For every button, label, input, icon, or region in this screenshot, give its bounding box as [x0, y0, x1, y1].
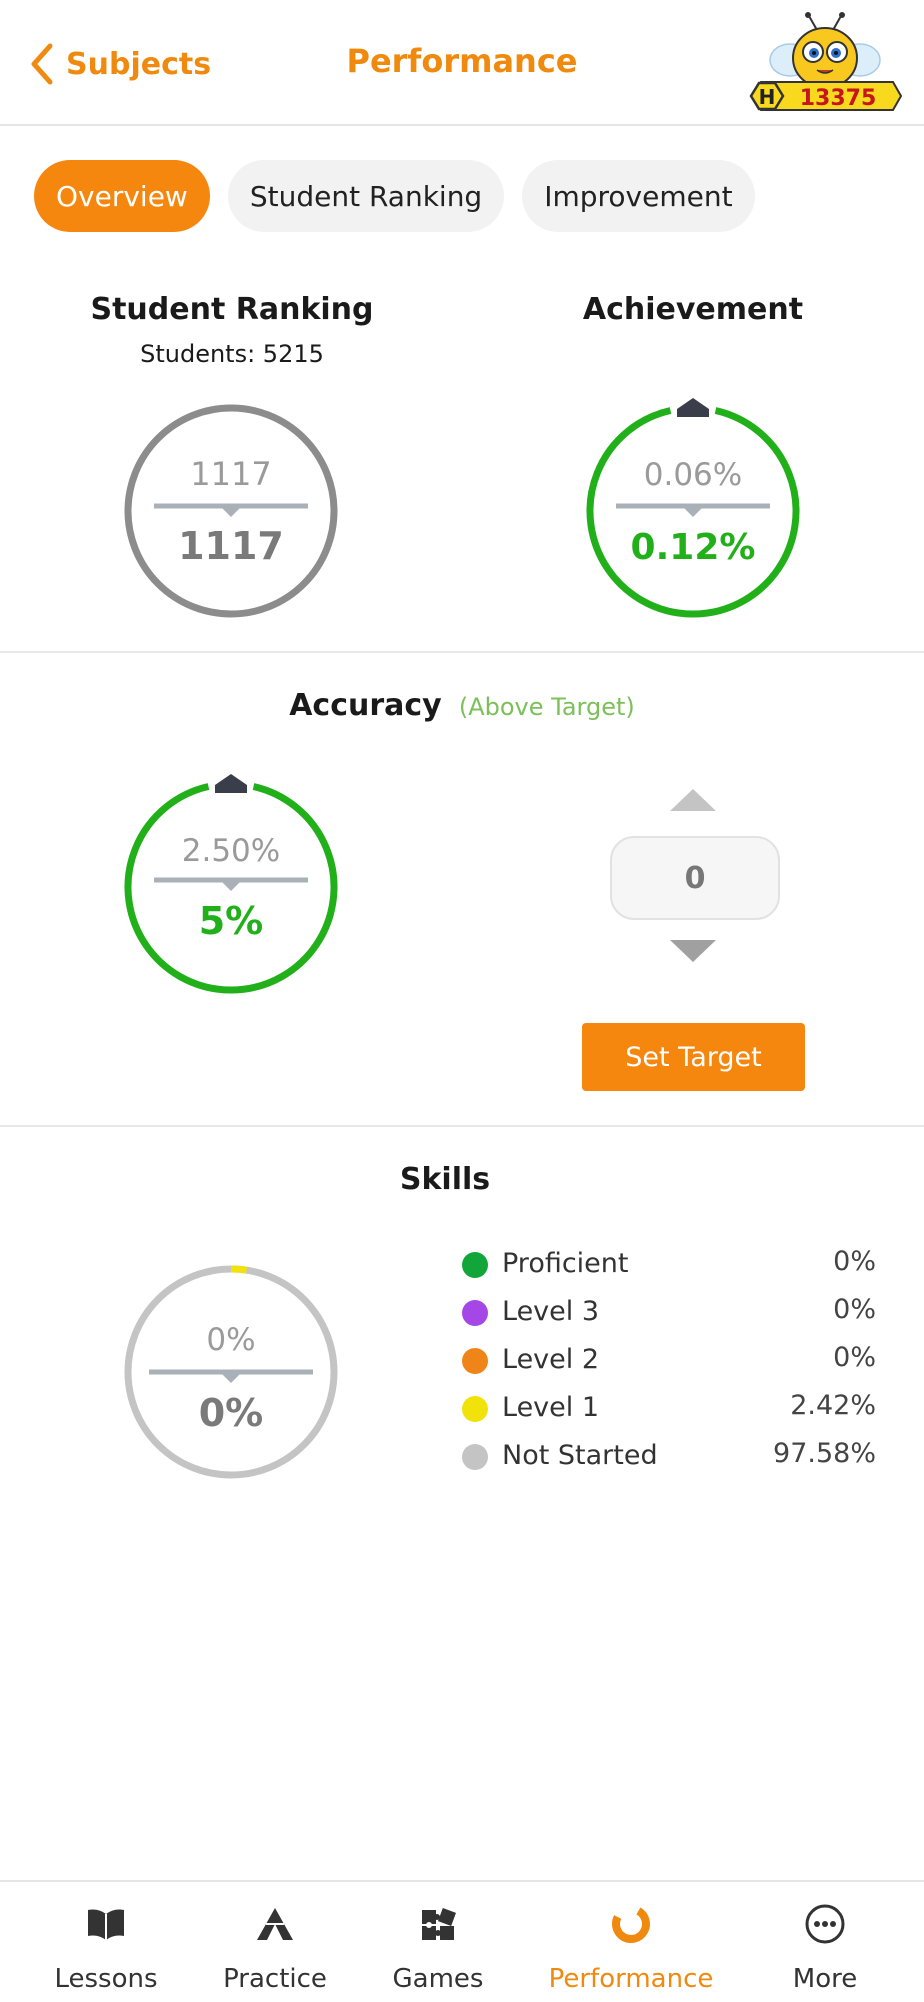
student-ranking-gauge: 1117 1117 [124, 404, 338, 618]
legend-value: 0% [833, 1246, 876, 1277]
legend-item-level-1: Level 1 2.42% [462, 1390, 876, 1430]
accuracy-previous-value: 2.50% [182, 833, 280, 869]
ranking-previous-value: 1117 [190, 455, 271, 493]
student-ranking-title: Student Ranking [90, 292, 374, 327]
legend-dot [462, 1348, 488, 1374]
app-header: Subjects Performance H 13375 [0, 0, 924, 126]
accuracy-status: (Above Target) [458, 693, 635, 721]
legend-value: 0% [833, 1294, 876, 1325]
legend-dot [462, 1444, 488, 1470]
legend-label: Not Started [502, 1440, 658, 1471]
achievement-gauge: 0.06% 0.12% [586, 398, 800, 618]
accuracy-current-value: 5% [199, 899, 264, 943]
set-target-button[interactable]: Set Target [582, 1023, 805, 1091]
legend-dot [462, 1252, 488, 1278]
nav-label: Games [392, 1964, 484, 1994]
achievement-title: Achievement [582, 292, 804, 327]
legend-item-not-started: Not Started 97.58% [462, 1438, 876, 1478]
more-dots-icon [805, 1904, 845, 1944]
skills-gauge: 0% 0% [124, 1265, 338, 1479]
legend-dot [462, 1300, 488, 1326]
puzzle-icon [422, 1908, 456, 1940]
nav-more[interactable]: More [735, 1882, 915, 2002]
nav-performance[interactable]: Performance [541, 1882, 721, 2002]
level-1-arc [230, 1265, 248, 1274]
legend-item-level-2: Level 2 0% [462, 1342, 876, 1382]
legend-value: 0% [833, 1342, 876, 1373]
legend-item-proficient: Proficient 0% [462, 1246, 876, 1286]
tab-student-ranking[interactable]: Student Ranking [227, 160, 505, 232]
legend-dot [462, 1396, 488, 1422]
coins-count: 13375 [800, 86, 877, 111]
legend-value: 2.42% [790, 1390, 876, 1421]
students-count: Students: 5215 [140, 340, 324, 368]
bottom-nav: Lessons Practice Games Performance More [0, 1880, 924, 2002]
trend-up-marker-icon [215, 774, 247, 793]
bee-mascot-coins-badge[interactable]: H 13375 [745, 10, 905, 118]
achievement-current-value: 0.12% [631, 527, 756, 568]
legend-label: Level 2 [502, 1344, 600, 1375]
legend-item-level-3: Level 3 0% [462, 1294, 876, 1334]
ranking-current-value: 1117 [178, 524, 284, 568]
nav-label: Practice [223, 1964, 327, 1994]
skills-current-value: 0% [199, 1391, 264, 1435]
nav-label: More [792, 1964, 858, 1994]
coins-badge-letter: H [759, 85, 776, 109]
tab-improvement[interactable]: Improvement [522, 160, 755, 232]
performance-ring-icon [612, 1905, 650, 1943]
skills-previous-value: 0% [206, 1322, 255, 1358]
accuracy-gauge: 2.50% 5% [124, 774, 338, 994]
decrease-target-arrow-icon[interactable] [670, 938, 716, 964]
accuracy-title: Accuracy [289, 688, 442, 723]
tab-overview[interactable]: Overview [34, 160, 210, 232]
nav-lessons[interactable]: Lessons [16, 1882, 196, 2002]
accuracy-heading: Accuracy (Above Target) [0, 688, 924, 723]
nav-label: Lessons [54, 1964, 158, 1994]
legend-label: Proficient [502, 1248, 629, 1279]
target-stepper-value[interactable]: 0 [610, 836, 780, 920]
triangle-icon [257, 1908, 293, 1940]
increase-target-arrow-icon[interactable] [670, 787, 716, 813]
nav-games[interactable]: Games [348, 1882, 528, 2002]
section-divider [0, 1125, 924, 1127]
nav-practice[interactable]: Practice [185, 1882, 365, 2002]
trend-up-marker-icon [677, 398, 709, 417]
section-divider [0, 651, 924, 653]
legend-value: 97.58% [773, 1438, 876, 1469]
achievement-previous-value: 0.06% [644, 457, 742, 493]
nav-label: Performance [548, 1964, 714, 1994]
book-icon [88, 1909, 124, 1940]
legend-label: Level 1 [502, 1392, 600, 1423]
performance-tabs: Overview Student Ranking Improvement [34, 160, 755, 232]
skills-title: Skills [399, 1162, 491, 1197]
legend-label: Level 3 [502, 1296, 600, 1327]
